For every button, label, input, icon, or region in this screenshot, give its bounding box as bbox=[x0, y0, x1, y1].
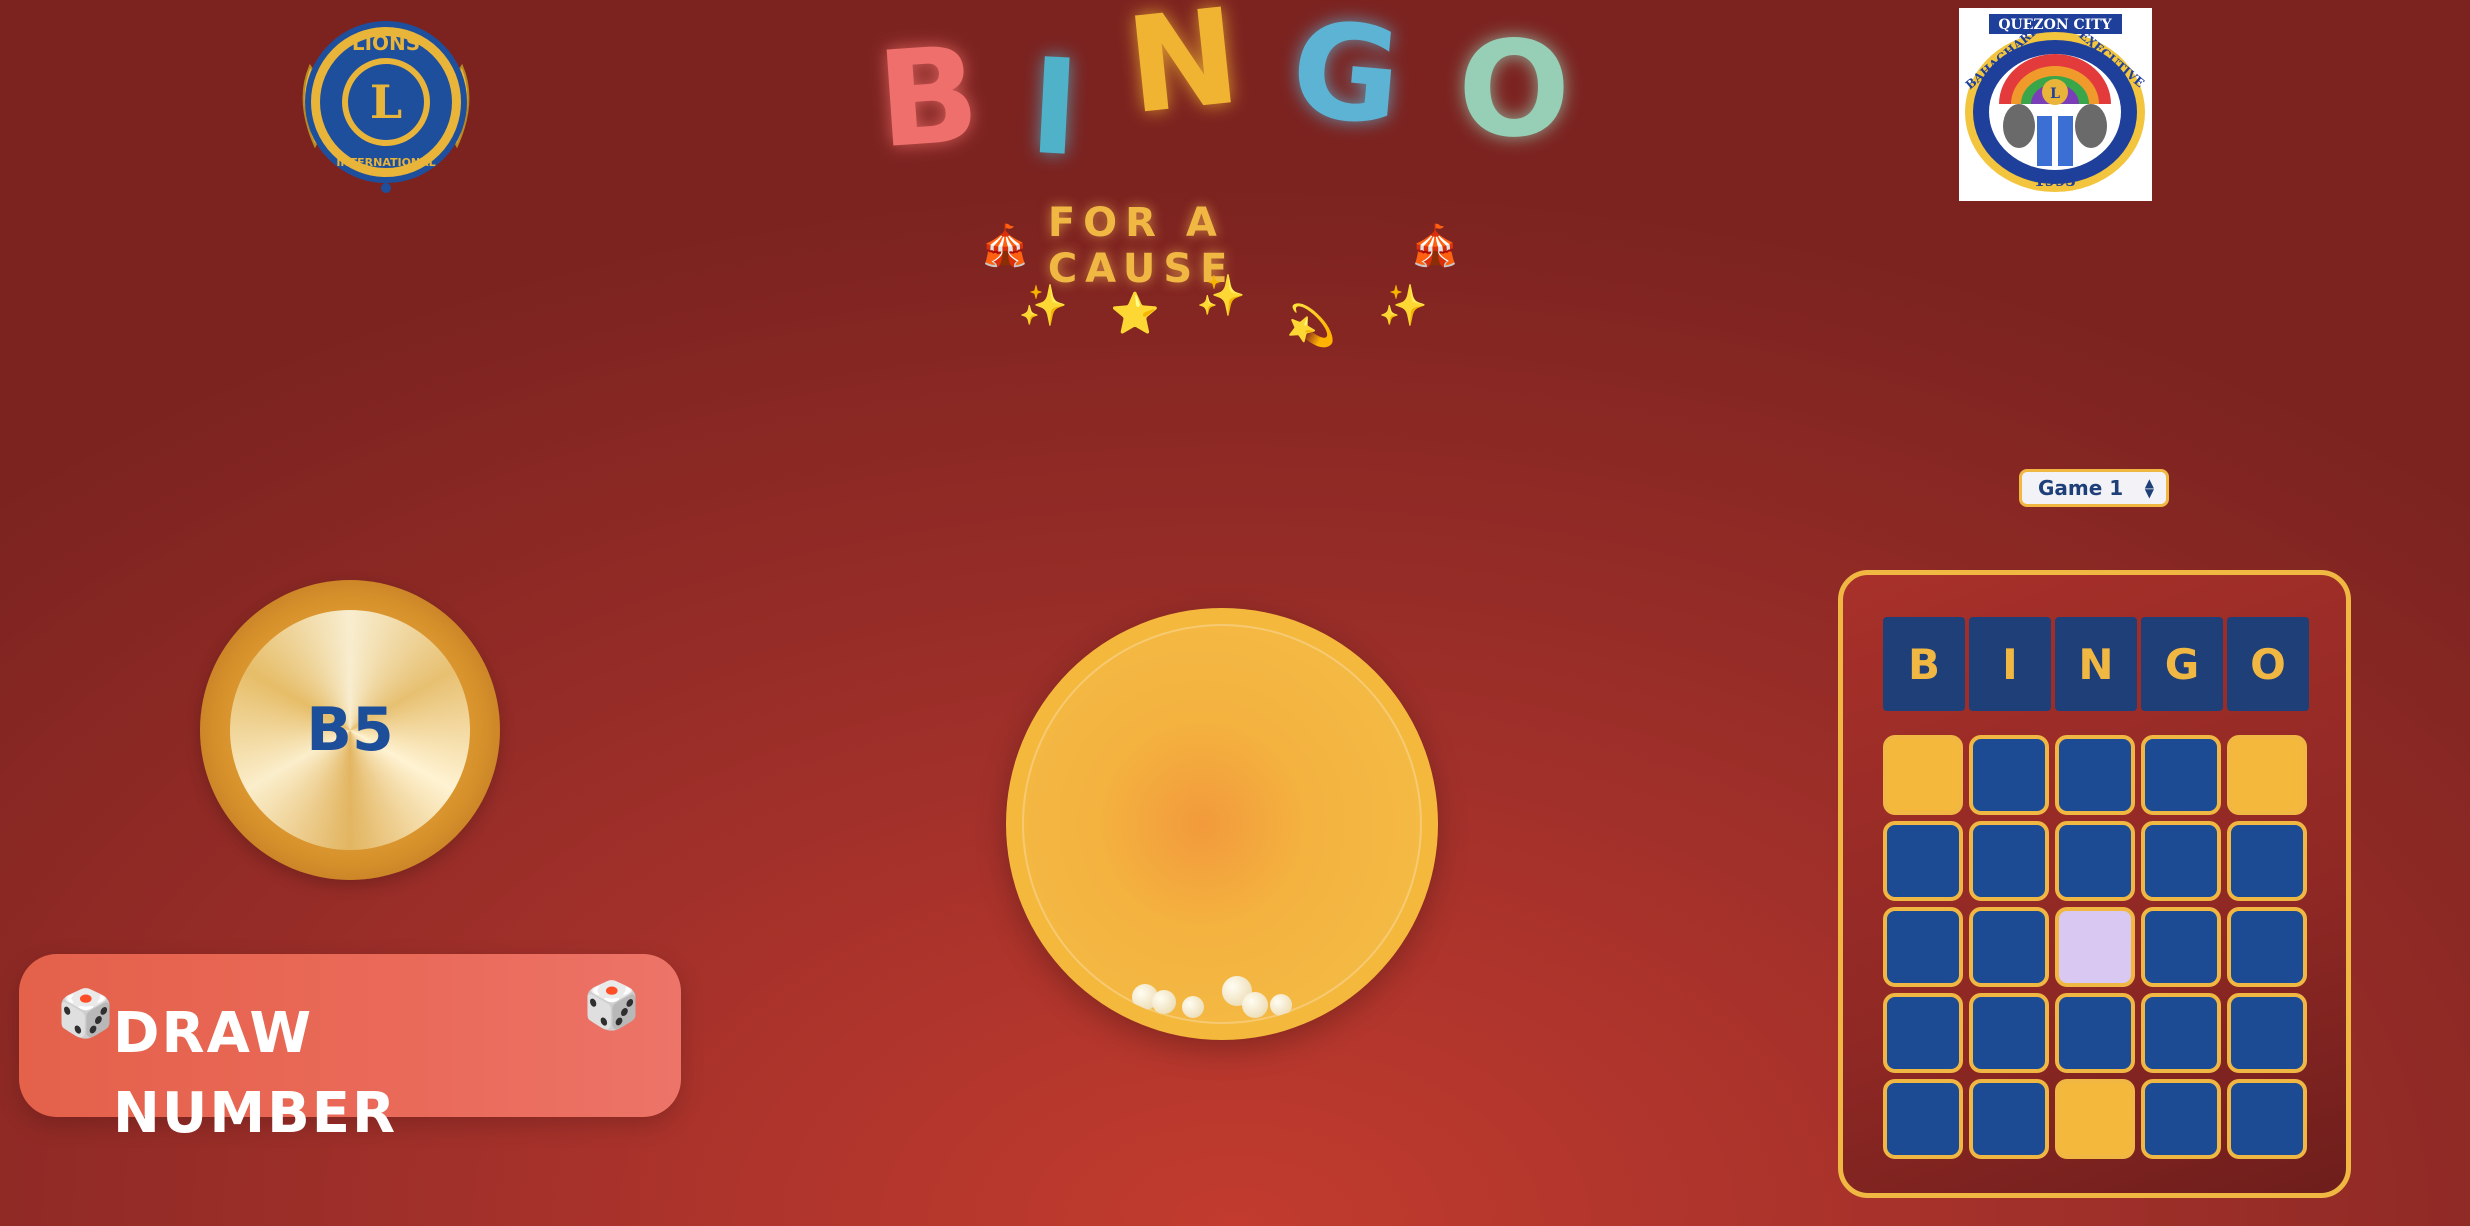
title-letter-g: G bbox=[1285, 0, 1407, 156]
logo-lions-letter: L bbox=[2050, 86, 2060, 102]
card-header-o: O bbox=[2227, 617, 2309, 711]
card-cell[interactable] bbox=[2055, 993, 2135, 1073]
game-select-value: Game 1 bbox=[2038, 476, 2124, 500]
card-cell[interactable] bbox=[2141, 907, 2221, 987]
card-cell[interactable] bbox=[1883, 907, 1963, 987]
dice-icon: 🎲 bbox=[57, 986, 115, 1040]
card-cell[interactable] bbox=[1969, 821, 2049, 901]
sparkles-icon: ✨ bbox=[1196, 273, 1246, 319]
bingo-card: B I N G O bbox=[1838, 570, 2351, 1198]
card-cell[interactable] bbox=[2141, 821, 2221, 901]
club-logo: QUEZON CITY L BAHAGHARI EXECUTIVE 1993 bbox=[1959, 8, 2152, 201]
card-cell[interactable] bbox=[1883, 735, 1963, 815]
sparkles-icon: ✨ bbox=[1018, 283, 1068, 329]
current-ball-label: B5 bbox=[306, 695, 394, 765]
card-cell[interactable] bbox=[2227, 821, 2307, 901]
card-header-b: B bbox=[1883, 617, 1965, 711]
card-cell[interactable] bbox=[2141, 1079, 2221, 1159]
game-select[interactable]: Game 1 ▲ ▼ bbox=[2019, 469, 2169, 507]
title-letter-b: B bbox=[872, 17, 984, 179]
dizzy-icon: 💫 bbox=[1286, 303, 1336, 349]
card-cell[interactable] bbox=[2055, 1079, 2135, 1159]
card-cell[interactable] bbox=[2227, 735, 2307, 815]
card-cell[interactable] bbox=[1969, 907, 2049, 987]
card-cell[interactable] bbox=[1883, 821, 1963, 901]
cage-ball bbox=[1242, 992, 1268, 1018]
cage-ball bbox=[1270, 994, 1292, 1016]
card-cell[interactable] bbox=[1969, 993, 2049, 1073]
card-cell[interactable] bbox=[2227, 907, 2307, 987]
lions-letter: L bbox=[370, 75, 402, 129]
circus-tent-icon: 🎪 bbox=[980, 223, 1030, 269]
cage-ball bbox=[1152, 990, 1176, 1014]
logo-year: 1993 bbox=[2034, 172, 2076, 190]
cage-ball bbox=[1182, 996, 1204, 1018]
logo-quezon-city: QUEZON CITY bbox=[1998, 17, 2112, 33]
lions-text-bottom: INTERNATIONAL bbox=[336, 156, 435, 169]
card-cell[interactable] bbox=[1883, 1079, 1963, 1159]
title-letter-i: I bbox=[1026, 29, 1084, 187]
title-letter-n: N bbox=[1120, 0, 1247, 145]
lions-international-logo: L LIONS INTERNATIONAL bbox=[290, 6, 482, 198]
card-cell[interactable] bbox=[2141, 735, 2221, 815]
lions-text-top: LIONS bbox=[352, 31, 420, 55]
bingo-cage-drum bbox=[1022, 624, 1422, 1024]
sparkles-icon: ✨ bbox=[1378, 283, 1428, 329]
dice-icon: 🎲 bbox=[583, 978, 641, 1032]
card-cell[interactable] bbox=[1883, 993, 1963, 1073]
select-caret-icon: ▲ ▼ bbox=[2144, 476, 2154, 500]
star-icon: ⭐ bbox=[1110, 291, 1160, 337]
circus-tent-icon: 🎪 bbox=[1410, 223, 1460, 269]
draw-number-label: DRAW NUMBER bbox=[113, 1001, 398, 1146]
card-cell[interactable] bbox=[2055, 735, 2135, 815]
card-header-g: G bbox=[2141, 617, 2223, 711]
current-ball: B5 bbox=[230, 610, 470, 850]
card-header-n: N bbox=[2055, 617, 2137, 711]
bingo-title: B I N G O bbox=[860, 0, 1580, 186]
draw-number-button[interactable]: 🎲 DRAW NUMBER 🎲 bbox=[19, 954, 681, 1146]
card-cell[interactable] bbox=[1969, 1079, 2049, 1159]
card-cell[interactable] bbox=[1969, 735, 2049, 815]
subtitle-row: 🎪 FOR A CAUSE 🎪 bbox=[980, 200, 1460, 292]
card-cell[interactable] bbox=[2055, 821, 2135, 901]
card-header-i: I bbox=[1969, 617, 2051, 711]
card-cell[interactable] bbox=[2141, 993, 2221, 1073]
bingo-cage[interactable] bbox=[1006, 608, 1438, 1040]
card-cell[interactable] bbox=[2227, 993, 2307, 1073]
card-cell[interactable] bbox=[2227, 1079, 2307, 1159]
card-cell[interactable] bbox=[2055, 907, 2135, 987]
title-letter-o: O bbox=[1458, 13, 1571, 167]
